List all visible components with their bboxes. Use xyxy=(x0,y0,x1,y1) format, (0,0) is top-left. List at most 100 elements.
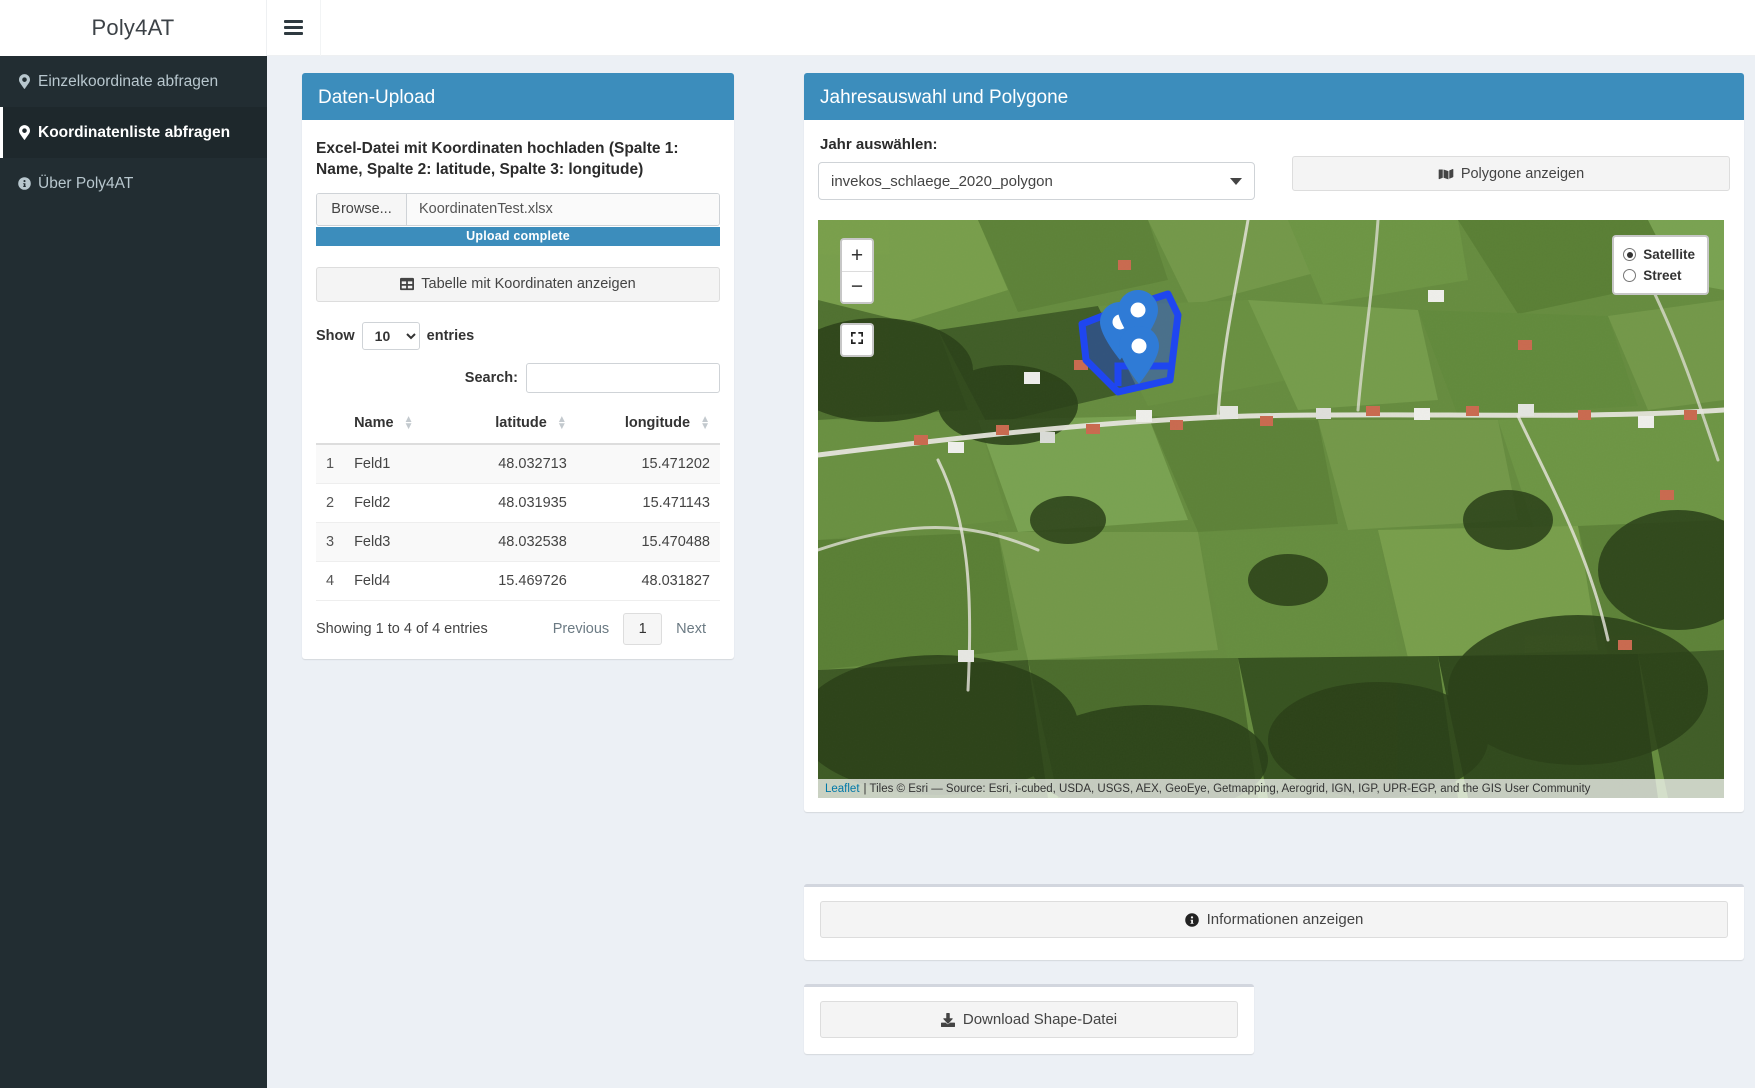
cell-index: 1 xyxy=(316,444,344,484)
info-panel: Informationen anzeigen xyxy=(804,884,1744,960)
download-panel: Download Shape-Datei xyxy=(804,984,1254,1054)
layer-option-satellite[interactable]: Satellite xyxy=(1623,244,1695,265)
info-circle-icon xyxy=(1185,913,1199,927)
browse-button[interactable]: Browse... xyxy=(317,194,407,225)
cell-index: 4 xyxy=(316,561,344,600)
radio-street-icon xyxy=(1623,269,1636,282)
year-controls-row: Jahr auswählen: invekos_schlaege_2020_po… xyxy=(818,132,1730,200)
sidebar-item-ueber[interactable]: Über Poly4AT xyxy=(0,158,267,209)
cell-longitude: 15.471202 xyxy=(577,444,720,484)
sort-icon: ▲▼ xyxy=(700,416,710,430)
search-input[interactable] xyxy=(526,363,720,393)
cell-latitude: 48.032538 xyxy=(452,522,577,561)
upload-panel-body: Excel-Datei mit Koordinaten hochladen (S… xyxy=(302,120,734,659)
map-icon xyxy=(1438,167,1454,180)
table-head: Name ▲▼ latitude ▲▼ longitude ▲▼ xyxy=(316,407,720,444)
hamburger-icon xyxy=(284,17,303,39)
sort-icon: ▲▼ xyxy=(404,416,414,430)
datatable-footer: Showing 1 to 4 of 4 entries Previous 1 N… xyxy=(316,613,720,645)
column-header-latitude[interactable]: latitude ▲▼ xyxy=(452,407,577,444)
app-logo[interactable]: Poly4AT xyxy=(0,0,267,56)
show-table-button[interactable]: Tabelle mit Koordinaten anzeigen xyxy=(316,267,720,302)
download-shape-button-label: Download Shape-Datei xyxy=(963,1011,1117,1028)
layer-option-street[interactable]: Street xyxy=(1623,265,1695,286)
info-circle-icon xyxy=(17,177,31,190)
pagination-next[interactable]: Next xyxy=(662,613,720,645)
cell-index: 2 xyxy=(316,483,344,522)
sort-icon: ▲▼ xyxy=(557,416,567,430)
upload-panel: Daten-Upload Excel-Datei mit Koordinaten… xyxy=(302,73,734,659)
upload-panel-title: Daten-Upload xyxy=(318,87,435,108)
sidebar-item-label: Über Poly4AT xyxy=(38,175,133,193)
year-select-wrapper: invekos_schlaege_2020_polygon invekos_sc… xyxy=(818,162,1255,200)
leaflet-link[interactable]: Leaflet xyxy=(825,783,860,795)
attribution-text: | Tiles © Esri — Source: Esri, i-cubed, … xyxy=(864,783,1591,795)
zoom-in-button[interactable]: + xyxy=(842,240,872,271)
sidebar-item-koordinatenliste[interactable]: Koordinatenliste abfragen xyxy=(0,107,267,158)
table-row[interactable]: 4 Feld4 15.469726 48.031827 xyxy=(316,561,720,600)
cell-longitude: 15.470488 xyxy=(577,522,720,561)
table-icon xyxy=(400,277,414,291)
sidebar-item-label: Koordinatenliste abfragen xyxy=(38,124,230,142)
table-row[interactable]: 3 Feld3 48.032538 15.470488 xyxy=(316,522,720,561)
show-polygons-button-label: Polygone anzeigen xyxy=(1461,166,1584,182)
cell-name: Feld3 xyxy=(344,522,452,561)
file-input-group[interactable]: Browse... KoordinatenTest.xlsx xyxy=(316,193,720,226)
upload-progress-bar: Upload complete xyxy=(316,227,720,246)
zoom-out-button[interactable]: − xyxy=(842,271,872,302)
datatable-search-control: Search: xyxy=(316,363,720,393)
column-header-name[interactable]: Name ▲▼ xyxy=(344,407,452,444)
cell-latitude: 15.469726 xyxy=(452,561,577,600)
column-header-index[interactable] xyxy=(316,407,344,444)
map-marker-icon xyxy=(17,74,31,89)
download-panel-body: Download Shape-Datei xyxy=(804,987,1254,1054)
map-panel-title: Jahresauswahl und Polygone xyxy=(820,87,1068,108)
map-layer-control: Satellite Street xyxy=(1612,235,1709,295)
show-information-button-label: Informationen anzeigen xyxy=(1207,911,1364,928)
layer-option-label: Satellite xyxy=(1643,247,1695,262)
cell-longitude: 15.471143 xyxy=(577,483,720,522)
leaflet-map[interactable]: + − Satellite xyxy=(818,220,1724,798)
pagination-page-1[interactable]: 1 xyxy=(623,613,662,645)
cell-index: 3 xyxy=(316,522,344,561)
map-panel-body: Jahr auswählen: invekos_schlaege_2020_po… xyxy=(804,120,1744,812)
table-row[interactable]: 2 Feld2 48.031935 15.471143 xyxy=(316,483,720,522)
sidebar: Einzelkoordinate abfragen Koordinatenlis… xyxy=(0,56,267,1088)
sidebar-toggle-button[interactable] xyxy=(267,0,321,56)
show-polygons-button[interactable]: Polygone anzeigen xyxy=(1292,156,1730,191)
table-body: 1 Feld1 48.032713 15.471202 2 Feld2 48.0… xyxy=(316,444,720,601)
cell-name: Feld4 xyxy=(344,561,452,600)
pagination: Previous 1 Next xyxy=(539,613,720,645)
sidebar-item-einzelkoordinate[interactable]: Einzelkoordinate abfragen xyxy=(0,56,267,107)
content-area: Daten-Upload Excel-Datei mit Koordinaten… xyxy=(267,56,1755,1088)
app-logo-text: Poly4AT xyxy=(92,15,175,41)
cell-latitude: 48.032713 xyxy=(452,444,577,484)
top-navbar xyxy=(267,0,1755,56)
show-information-button[interactable]: Informationen anzeigen xyxy=(820,901,1728,938)
info-panel-body: Informationen anzeigen xyxy=(804,887,1744,960)
upload-panel-header: Daten-Upload xyxy=(302,76,734,120)
year-select-group: Jahr auswählen: invekos_schlaege_2020_po… xyxy=(818,132,1288,200)
file-name-display: KoordinatenTest.xlsx xyxy=(407,194,719,225)
layer-option-label: Street xyxy=(1643,268,1681,283)
upload-instructions: Excel-Datei mit Koordinaten hochladen (S… xyxy=(316,138,720,181)
pagination-previous[interactable]: Previous xyxy=(539,613,623,645)
cell-latitude: 48.031935 xyxy=(452,483,577,522)
datatable-length-control: Show 10 25 50 100 entries xyxy=(316,322,720,350)
download-icon xyxy=(941,1013,955,1027)
year-select-label: Jahr auswählen: xyxy=(820,136,1288,153)
fullscreen-button[interactable] xyxy=(840,323,874,357)
map-panel-header: Jahresauswahl und Polygone xyxy=(804,76,1744,120)
year-select[interactable]: invekos_schlaege_2020_polygon invekos_sc… xyxy=(818,162,1255,200)
page-length-select[interactable]: 10 25 50 100 xyxy=(362,322,420,350)
column-header-longitude[interactable]: longitude ▲▼ xyxy=(577,407,720,444)
cell-longitude: 48.031827 xyxy=(577,561,720,600)
map-zoom-controls: + − xyxy=(840,238,874,304)
show-label: Show xyxy=(316,328,355,344)
sidebar-item-label: Einzelkoordinate abfragen xyxy=(38,73,218,91)
map-markers[interactable] xyxy=(818,220,1724,798)
download-shape-button[interactable]: Download Shape-Datei xyxy=(820,1001,1238,1038)
map-attribution: Leaflet | Tiles © Esri — Source: Esri, i… xyxy=(818,779,1724,798)
table-row[interactable]: 1 Feld1 48.032713 15.471202 xyxy=(316,444,720,484)
radio-satellite-icon xyxy=(1623,248,1636,261)
